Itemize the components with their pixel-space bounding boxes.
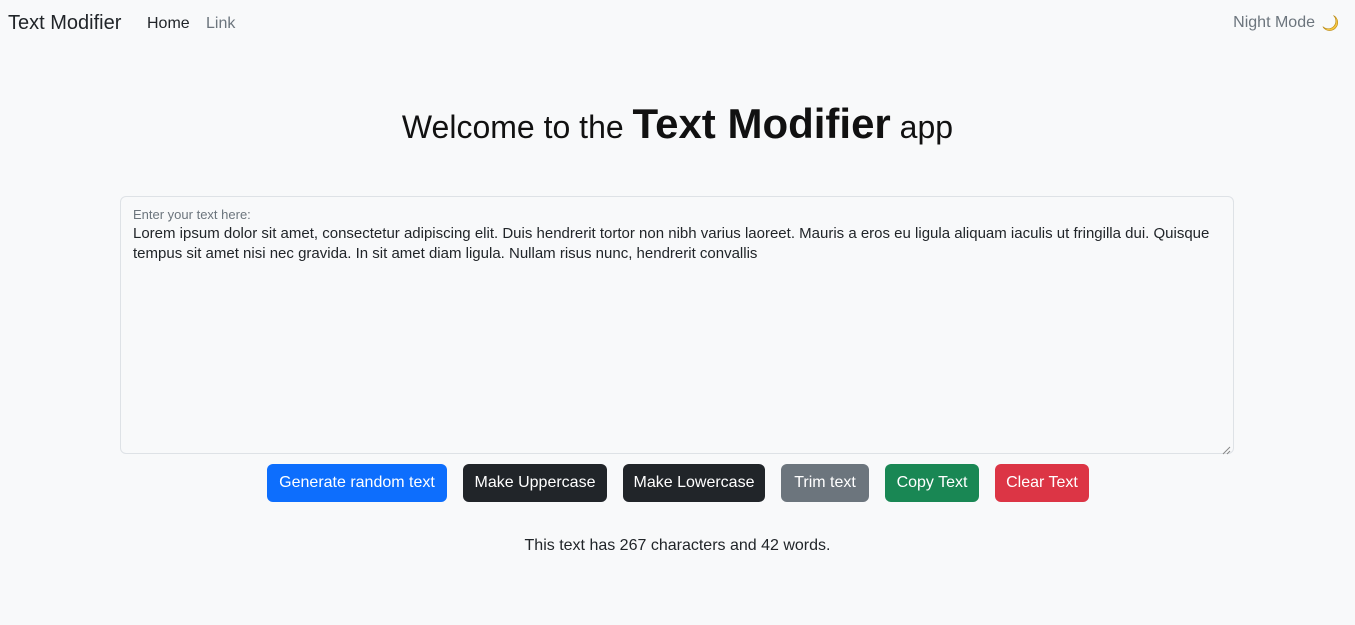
nav-link-link[interactable]: Link (206, 15, 235, 33)
resize-handle-icon[interactable] (1222, 442, 1231, 455)
night-mode-label: Night Mode (1233, 14, 1315, 31)
navbar: Text Modifier Home Link Night Mode (0, 0, 1355, 50)
text-input-area[interactable]: Enter your text here: Lorem ipsum dolor … (120, 196, 1234, 455)
navbar-brand[interactable]: Text Modifier (8, 12, 121, 35)
trim-text-button[interactable]: Trim text (781, 464, 869, 502)
text-input-value[interactable]: Lorem ipsum dolor sit amet, consectetur … (133, 224, 1223, 264)
moon-icon (1321, 14, 1339, 32)
generate-random-text-button[interactable]: Generate random text (267, 464, 447, 502)
copy-text-button[interactable]: Copy Text (885, 464, 979, 502)
nav-link-home[interactable]: Home (147, 15, 190, 33)
text-summary: This text has 267 characters and 42 word… (524, 537, 831, 554)
night-mode-toggle[interactable]: Night Mode (1233, 14, 1339, 32)
clear-text-button[interactable]: Clear Text (995, 464, 1089, 502)
page-title: Welcome to the Text Modifier app (0, 100, 1355, 148)
title-emphasis: Text Modifier (632, 100, 891, 147)
make-lowercase-button[interactable]: Make Lowercase (623, 464, 765, 502)
text-input-label: Enter your text here: (133, 207, 251, 222)
title-suffix: app (899, 109, 954, 145)
make-uppercase-button[interactable]: Make Uppercase (463, 464, 607, 502)
title-prefix: Welcome to the (401, 109, 624, 145)
